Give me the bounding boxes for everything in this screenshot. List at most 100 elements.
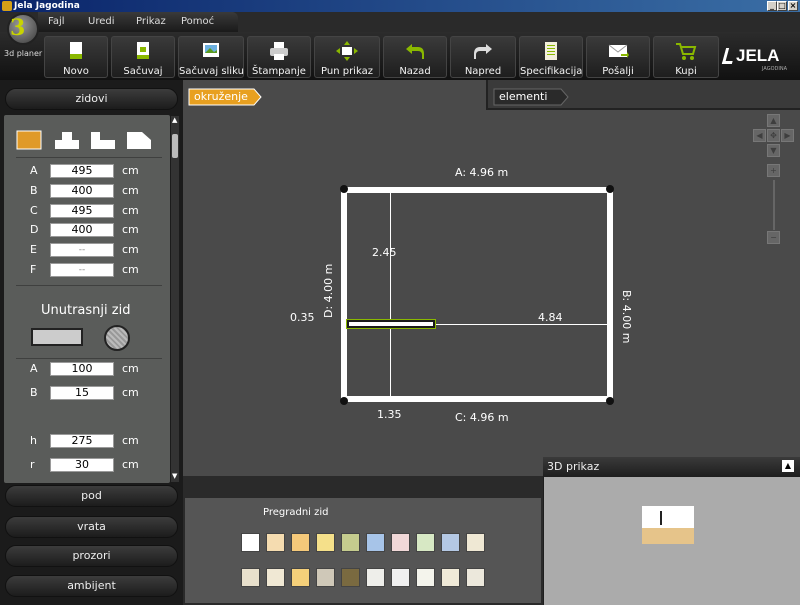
menu-pomoc[interactable]: Pomoć [181,16,214,27]
fullscreen-button[interactable]: Pun prikaz [314,36,380,78]
label-dim-035: 0.35 [290,311,315,324]
section-walls[interactable]: zidovi [5,88,178,110]
save-image-label: Sačuvaj sliku [179,66,244,77]
wall-f-input[interactable]: -- [50,263,114,277]
inner-a-input[interactable]: 100 [50,362,114,376]
specification-icon [545,42,557,60]
corner-handle[interactable] [340,185,348,193]
menu-prikaz[interactable]: Prikaz [136,16,166,27]
material-swatch[interactable] [366,568,385,587]
zoom-slider[interactable] [773,180,775,230]
window-titlebar: Jela Jagodina _ □ × [0,0,800,12]
material-swatch[interactable] [266,533,285,552]
radius-input[interactable]: 30 [50,458,114,472]
save-icon [137,42,149,59]
buy-label: Kupi [675,66,697,77]
material-swatch[interactable] [266,568,285,587]
buy-button[interactable]: Kupi [653,36,719,78]
back-label: Nazad [399,66,431,77]
material-swatch[interactable] [466,533,485,552]
material-swatch[interactable] [366,533,385,552]
maximize-button[interactable]: □ [777,1,787,11]
label-top: A: 4.96 m [455,166,509,179]
pan-center-icon[interactable]: ✥ [767,129,780,142]
material-swatch[interactable] [391,533,410,552]
scroll-thumb[interactable] [172,134,178,158]
corner-handle[interactable] [606,185,614,193]
section-ambient[interactable]: ambijent [5,575,178,597]
new-button[interactable]: Novo [44,36,108,78]
specification-label: Specifikacija [520,66,583,77]
menu-uredi[interactable]: Uredi [88,16,115,27]
view-3d-panel: 3D prikaz ▲ [543,457,800,605]
pan-left-icon[interactable]: ◀ [753,129,766,142]
material-swatch[interactable] [441,568,460,587]
inner-wall-element[interactable] [347,320,435,328]
save-image-button[interactable]: Sačuvaj sliku [178,36,244,78]
fullscreen-icon [336,41,358,61]
pan-down-icon[interactable]: ▼ [767,144,780,157]
plan-canvas[interactable]: okruženje elementi A: 4.96 m C: 4.96 m B… [183,80,800,476]
scroll-up-icon[interactable]: ▲ [172,116,177,124]
room-outline[interactable] [341,187,613,402]
material-swatch[interactable] [441,533,460,552]
walls-scrollbar[interactable]: ▲ ▼ [171,116,179,482]
height-input[interactable]: 275 [50,434,114,448]
straight-wall-button[interactable] [31,328,83,346]
room-3d-floor [642,528,694,544]
material-swatch[interactable] [316,568,335,587]
brand-sub: JAGODINA [762,66,788,72]
menu-fajl[interactable]: Fajl [48,16,65,27]
material-swatch[interactable] [341,568,360,587]
save-button[interactable]: Sačuvaj [111,36,175,78]
rectangle-room-icon[interactable] [16,130,42,150]
collapse-icon[interactable]: ▲ [782,460,794,472]
l-room-icon[interactable] [90,130,116,150]
material-swatch[interactable] [466,568,485,587]
close-button[interactable]: × [788,1,798,11]
material-swatch[interactable] [241,533,260,552]
brand-name: JELA [736,46,780,65]
pan-up-icon[interactable]: ▲ [767,114,780,127]
specification-button[interactable]: Specifikacija [519,36,583,78]
material-swatch[interactable] [391,568,410,587]
label-dim-484: 4.84 [538,311,563,324]
wall-e-input[interactable]: -- [50,243,114,257]
section-floor[interactable]: pod [5,485,178,507]
send-label: Pošalji [602,66,634,77]
inner-b-input[interactable]: 15 [50,386,114,400]
zoom-out-icon[interactable]: − [767,231,780,244]
material-swatch[interactable] [241,568,260,587]
minimize-button[interactable]: _ [767,1,777,11]
forward-label: Napred [464,66,502,77]
wall-d-input[interactable]: 400 [50,223,114,237]
zoom-in-icon[interactable]: + [767,164,780,177]
send-button[interactable]: Pošalji [586,36,650,78]
corner-handle[interactable] [606,397,614,405]
wall-a-input[interactable]: 495 [50,164,114,178]
print-button[interactable]: Štampanje [247,36,311,78]
wall-b-input[interactable]: 400 [50,184,114,198]
corner-handle[interactable] [340,397,348,405]
tab-elements[interactable]: elementi [493,89,547,105]
pan-right-icon[interactable]: ▶ [781,129,794,142]
cut-corner-room-icon[interactable] [126,130,152,150]
section-doors[interactable]: vrata [5,516,178,538]
back-button[interactable]: Nazad [383,36,447,78]
view-3d-viewport[interactable] [544,477,800,605]
round-wall-button[interactable] [104,325,130,351]
wall-c-input[interactable]: 495 [50,204,114,218]
material-swatch[interactable] [416,568,435,587]
material-swatch[interactable] [416,533,435,552]
scroll-down-icon[interactable]: ▼ [172,472,177,480]
tab-environment[interactable]: okruženje [188,89,248,105]
material-swatch[interactable] [316,533,335,552]
save-image-icon [203,43,219,57]
material-swatch[interactable] [341,533,360,552]
section-windows[interactable]: prozori [5,545,178,567]
material-swatch[interactable] [291,568,310,587]
logo-label: 3d planer [4,49,43,58]
forward-button[interactable]: Napred [450,36,516,78]
material-swatch[interactable] [291,533,310,552]
t-room-icon[interactable] [54,130,80,150]
